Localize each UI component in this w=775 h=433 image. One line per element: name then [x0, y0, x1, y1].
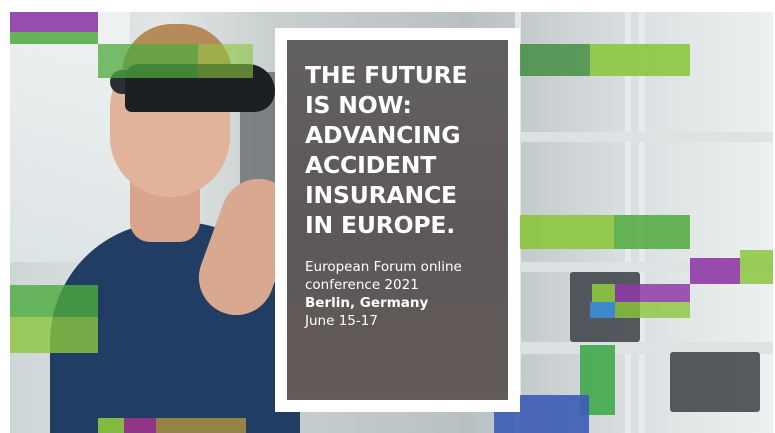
title-line: THE FUTURE: [305, 61, 468, 89]
headline-panel-inner: THE FUTURE IS NOW: ADVANCING ACCIDENT IN…: [287, 40, 508, 400]
rack-shelf: [515, 132, 773, 142]
event-name-line: conference 2021: [305, 277, 419, 293]
lime-bar: [98, 418, 124, 433]
title-line: IN EUROPE.: [305, 211, 456, 239]
lime-bar: [615, 302, 690, 318]
purple-bar: [615, 284, 690, 302]
title-line: ADVANCING: [305, 121, 461, 149]
event-location: Berlin, Germany: [305, 295, 429, 311]
lime-bar: [592, 284, 615, 302]
event-details: European Forum online conference 2021 Be…: [305, 258, 494, 330]
title-line: INSURANCE: [305, 181, 457, 209]
green-bar: [98, 44, 198, 78]
green-bar: [520, 44, 590, 76]
headline-panel: THE FUTURE IS NOW: ADVANCING ACCIDENT IN…: [275, 28, 520, 412]
purple-bar: [124, 418, 156, 433]
blue-bar: [590, 302, 615, 318]
lime-bar: [10, 317, 98, 353]
lime-bar: [156, 418, 246, 433]
event-name-line: European Forum online: [305, 259, 462, 275]
lime-bar: [740, 250, 773, 284]
green-bar: [10, 32, 98, 44]
lab-equipment: [670, 352, 760, 412]
purple-bar: [690, 258, 740, 284]
title-line: ACCIDENT: [305, 151, 437, 179]
banner-title: THE FUTURE IS NOW: ADVANCING ACCIDENT IN…: [305, 60, 494, 240]
purple-bar: [10, 12, 98, 32]
event-dates: June 15-17: [305, 313, 378, 329]
green-bar: [10, 285, 98, 317]
lime-bar: [198, 44, 253, 78]
green-bar: [614, 215, 690, 249]
lime-bar: [590, 44, 690, 76]
title-line: IS NOW:: [305, 91, 412, 119]
